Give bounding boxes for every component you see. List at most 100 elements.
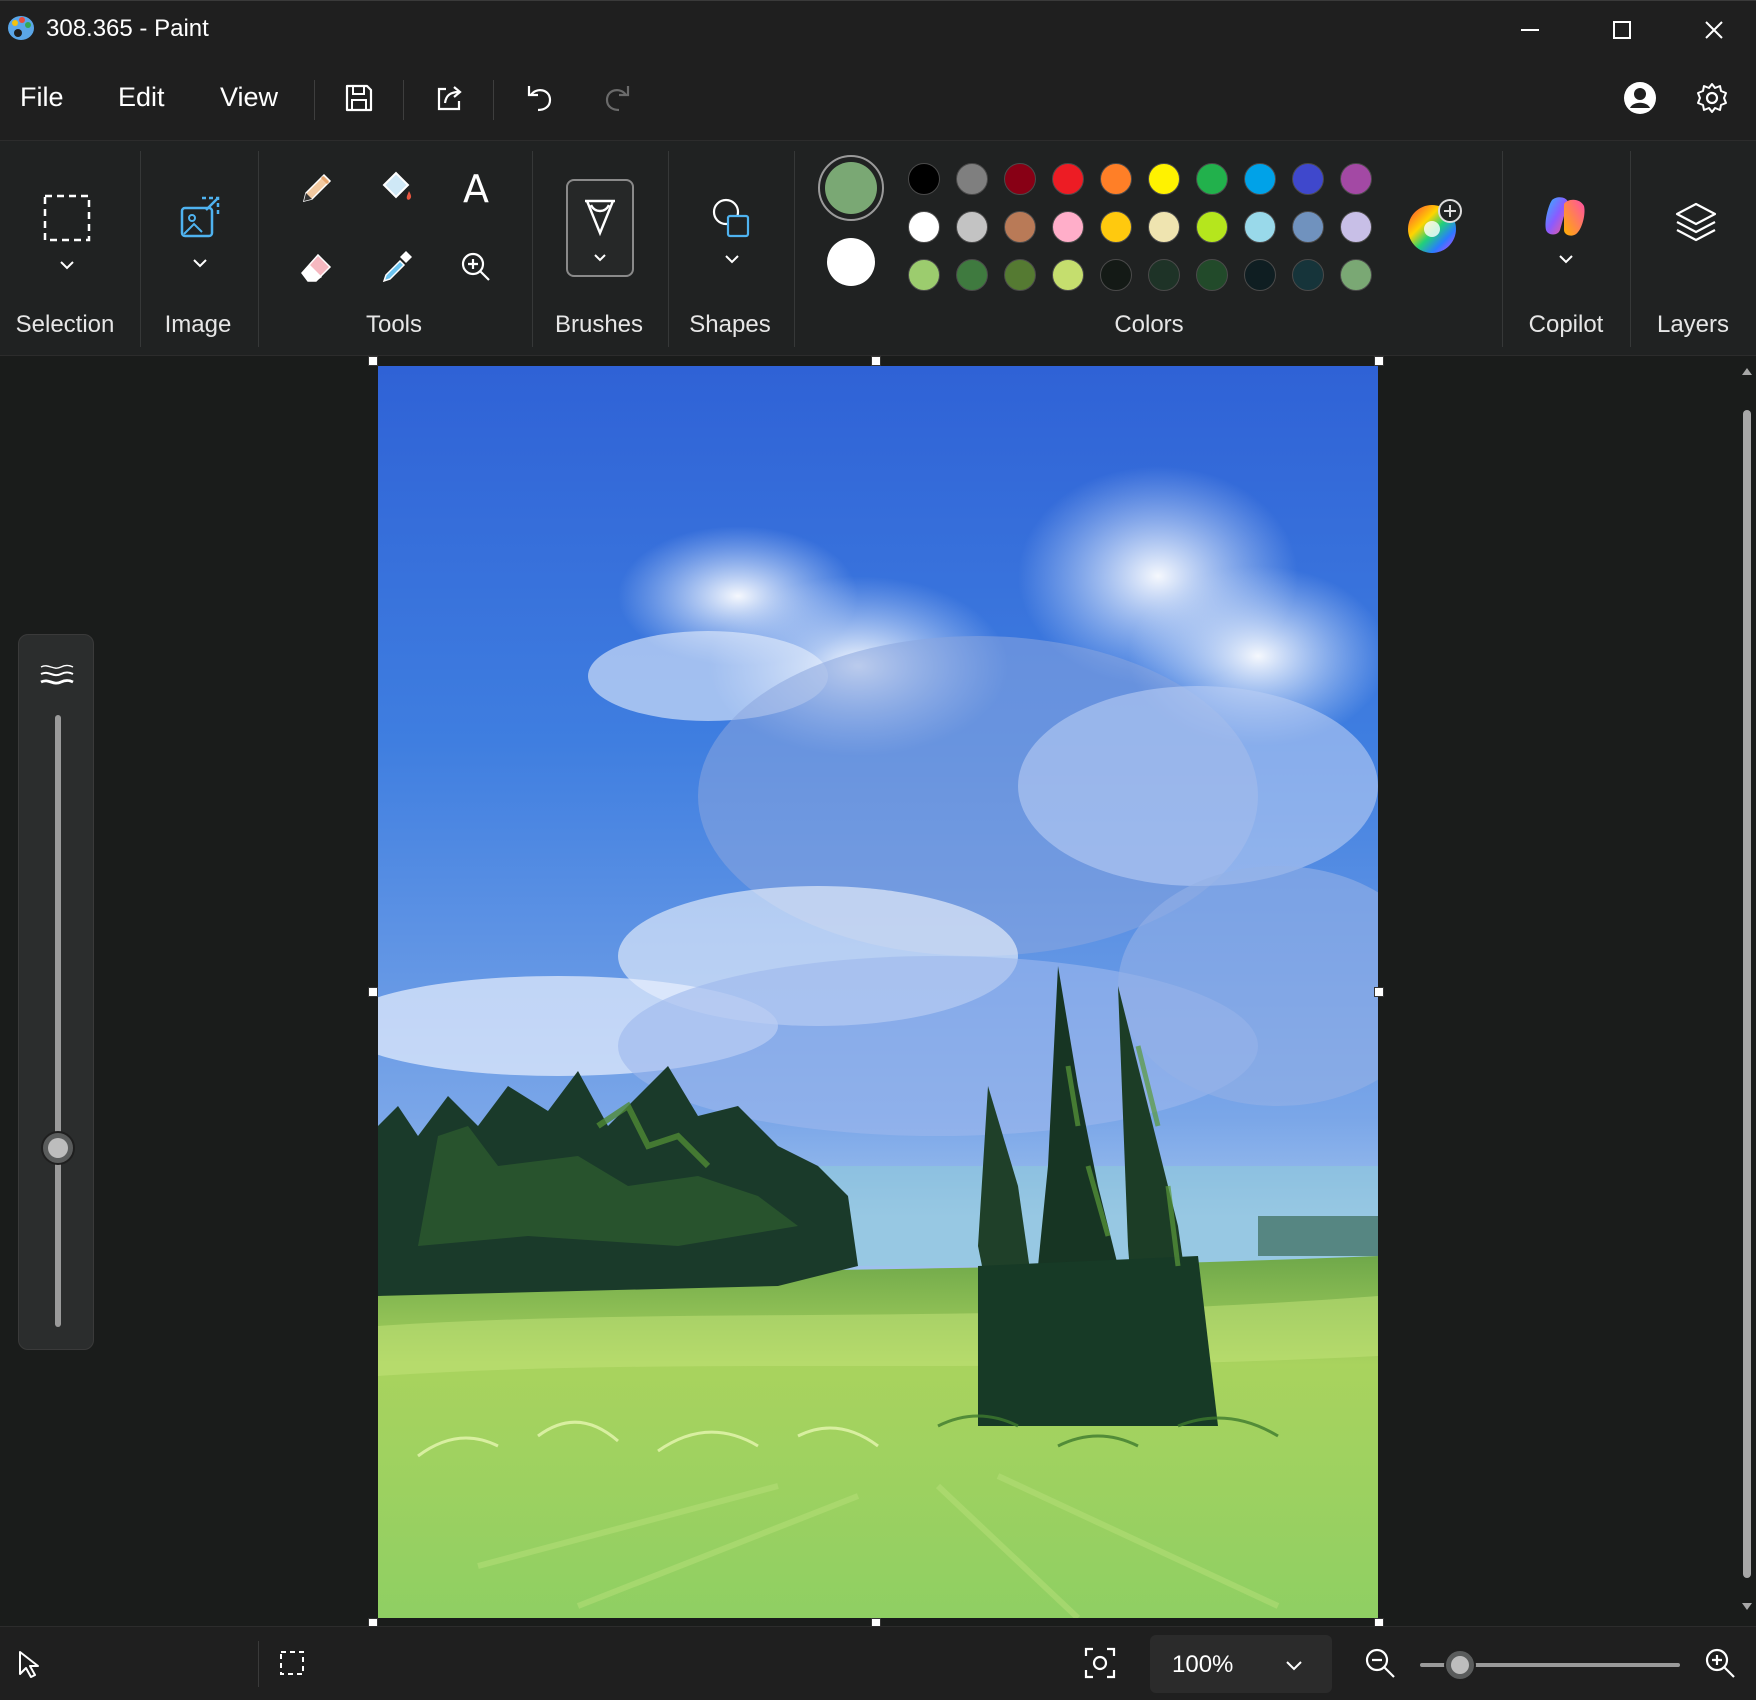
palette-swatch[interactable] [1004, 163, 1036, 195]
minimize-button[interactable] [1484, 1, 1576, 59]
redo-button[interactable] [592, 72, 644, 124]
palette-swatch[interactable] [1148, 163, 1180, 195]
drawing-canvas[interactable] [378, 366, 1378, 1618]
status-bar: 100% [0, 1626, 1756, 1700]
palette-swatch[interactable] [1244, 163, 1276, 195]
copilot-icon [1545, 197, 1585, 264]
palette-swatch[interactable] [908, 211, 940, 243]
menu-edit[interactable]: Edit [118, 82, 165, 113]
scroll-up-icon[interactable] [1741, 366, 1753, 376]
zoom-out-button[interactable] [1362, 1645, 1398, 1681]
palette-swatch[interactable] [1052, 211, 1084, 243]
resize-handle-right[interactable] [1374, 987, 1384, 997]
selection-size-icon [280, 1651, 304, 1675]
palette-swatch[interactable] [1244, 259, 1276, 291]
palette-swatch[interactable] [956, 259, 988, 291]
fit-to-window-button[interactable] [1082, 1645, 1118, 1681]
menu-file[interactable]: File [20, 82, 64, 113]
zoom-out-icon [1365, 1648, 1395, 1678]
maximize-button[interactable] [1576, 1, 1668, 59]
group-label-image: Image [164, 311, 232, 338]
palette-swatch[interactable] [1292, 259, 1324, 291]
brush-icon [585, 199, 615, 262]
primary-color-swatch [825, 162, 877, 214]
zoom-slider-thumb[interactable] [1444, 1649, 1476, 1681]
palette-swatch[interactable] [1340, 163, 1372, 195]
share-button[interactable] [423, 72, 475, 124]
resize-handle-left[interactable] [368, 987, 378, 997]
color-picker-tool-button[interactable] [370, 241, 422, 293]
zoom-in-button[interactable] [1702, 1645, 1738, 1681]
group-label-copilot: Copilot [1528, 311, 1604, 338]
palette-swatch[interactable] [1052, 163, 1084, 195]
magnifier-tool-button[interactable] [450, 241, 502, 293]
palette-swatch[interactable] [1196, 259, 1228, 291]
brushes-button[interactable] [566, 179, 634, 277]
text-tool-button[interactable]: A [450, 163, 502, 215]
palette-swatch[interactable] [1196, 163, 1228, 195]
fill-tool-button[interactable] [370, 163, 422, 215]
layers-button[interactable] [1664, 191, 1728, 255]
palette-swatch[interactable] [1052, 259, 1084, 291]
undo-button[interactable] [513, 72, 565, 124]
menu-bar: File Edit View [0, 58, 1756, 140]
palette-swatch[interactable] [1004, 211, 1036, 243]
palette-swatch[interactable] [1340, 211, 1372, 243]
scroll-down-icon[interactable] [1741, 1602, 1753, 1612]
palette-swatch[interactable] [1148, 211, 1180, 243]
palette-swatch[interactable] [1100, 211, 1132, 243]
palette-swatch[interactable] [956, 163, 988, 195]
eraser-tool-button[interactable] [290, 241, 342, 293]
primary-color-button[interactable] [818, 155, 884, 221]
pencil-tool-button[interactable] [290, 163, 342, 215]
palette-swatch[interactable] [1100, 163, 1132, 195]
palette-swatch[interactable] [1004, 259, 1036, 291]
edit-colors-button[interactable] [1404, 197, 1464, 257]
resize-handle-top-right[interactable] [1374, 356, 1384, 366]
vertical-scrollbar[interactable] [1738, 362, 1756, 1620]
pencil-icon [302, 173, 332, 203]
save-icon [345, 84, 373, 112]
zoom-level-dropdown[interactable]: 100% [1150, 1635, 1332, 1693]
palette-swatch[interactable] [1340, 259, 1372, 291]
settings-button[interactable] [1686, 72, 1738, 124]
vertical-scrollbar-thumb[interactable] [1743, 410, 1751, 1578]
close-icon [1705, 21, 1723, 39]
paint-palette-icon [8, 16, 34, 40]
account-button[interactable] [1614, 72, 1666, 124]
zoom-in-icon [1705, 1648, 1735, 1678]
brush-size-slider-track[interactable] [55, 715, 61, 1327]
selection-tool-button[interactable] [30, 183, 104, 283]
palette-swatch[interactable] [1292, 211, 1324, 243]
redo-icon [605, 86, 630, 112]
status-divider [258, 1641, 259, 1687]
paint-bucket-icon [382, 171, 412, 200]
palette-swatch[interactable] [956, 211, 988, 243]
copilot-button[interactable] [1534, 183, 1598, 283]
brush-size-slider-thumb[interactable] [41, 1131, 75, 1165]
resize-handle-top[interactable] [871, 356, 881, 366]
color-wheel-icon [1408, 199, 1462, 253]
eraser-icon [301, 253, 332, 282]
palette-swatch[interactable] [908, 259, 940, 291]
resize-handle-top-left[interactable] [368, 356, 378, 366]
palette-swatch[interactable] [1196, 211, 1228, 243]
share-icon [437, 86, 462, 111]
palette-swatch[interactable] [1292, 163, 1324, 195]
close-button[interactable] [1668, 1, 1756, 59]
maximize-icon [1613, 21, 1631, 39]
undo-icon [527, 86, 552, 112]
palette-swatch[interactable] [908, 163, 940, 195]
cursor-position-icon [19, 1651, 39, 1678]
image-tool-button[interactable] [160, 183, 240, 283]
palette-swatch[interactable] [1100, 259, 1132, 291]
secondary-color-button[interactable] [826, 237, 876, 287]
group-label-brushes: Brushes [554, 311, 644, 338]
shapes-button[interactable] [700, 183, 764, 283]
palette-swatch[interactable] [1244, 211, 1276, 243]
image-resize-icon [180, 196, 220, 268]
palette-swatch[interactable] [1148, 259, 1180, 291]
save-button[interactable] [333, 72, 385, 124]
text-icon: A [463, 167, 489, 211]
menu-view[interactable]: View [220, 82, 278, 113]
